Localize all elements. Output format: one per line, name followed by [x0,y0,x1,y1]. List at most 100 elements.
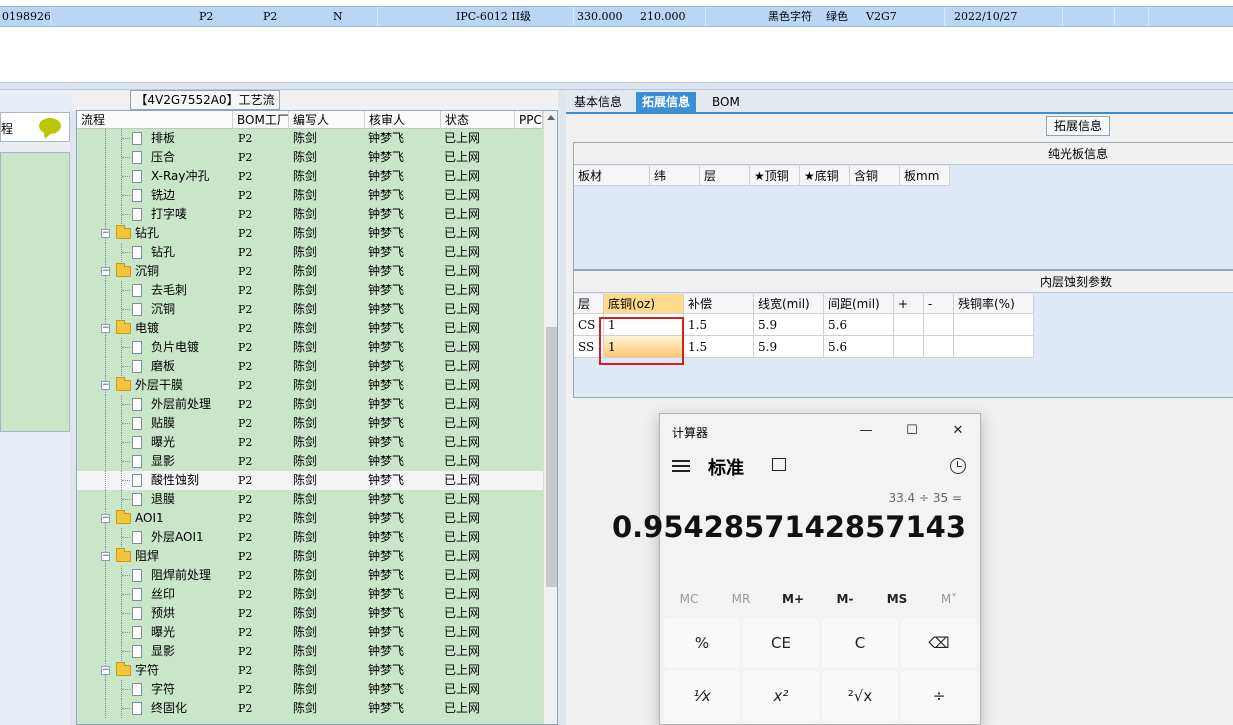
inner-cell-line-width[interactable]: 5.9 [754,336,824,358]
inner-cell-spacing[interactable]: 5.6 [824,336,894,358]
backspace-button[interactable]: ⌫ [901,618,977,668]
tree-leaf-row[interactable]: 丝印 P2 陈剑 钟梦飞 已上网 [77,585,543,604]
col-header-process[interactable]: 流程 [77,111,233,129]
clear-entry-button[interactable]: CE [743,618,819,668]
inner-cell-comp[interactable]: 1.5 [684,336,754,358]
inner-cell-residual[interactable] [954,314,1034,336]
tree-leaf-row[interactable]: 负片电镀 P2 陈剑 钟梦飞 已上网 [77,338,543,357]
tree-leaf-row[interactable]: 打字唛 P2 陈剑 钟梦飞 已上网 [77,205,543,224]
scroll-up-arrow-icon[interactable] [547,115,555,120]
memory-list-button[interactable]: M˅ [924,592,974,606]
collapse-toggle-icon[interactable]: − [101,514,110,523]
tree-cell-bom-factory: P2 [238,208,253,221]
inner-cell-minus[interactable] [924,336,954,358]
top-grid-selected-row[interactable]: 0198926 P2 P2 N IPC-6012 II级 330.000 210… [0,6,1233,27]
tree-folder-row[interactable]: − 钻孔 P2 陈剑 钟梦飞 已上网 [77,224,543,243]
tree-folder-row[interactable]: − 电镀 P2 陈剑 钟梦飞 已上网 [77,319,543,338]
tree-leaf-row[interactable]: 显影 P2 陈剑 钟梦飞 已上网 [77,452,543,471]
percent-button[interactable]: % [664,618,740,668]
divide-button[interactable]: ÷ [901,671,977,721]
tab-basic-info[interactable]: 基本信息 [568,92,628,114]
inner-cell-spacing[interactable]: 5.6 [824,314,894,336]
col-header-ppc[interactable]: PPC [515,111,543,129]
inner-cell-line-width[interactable]: 5.9 [754,314,824,336]
maximize-icon[interactable]: ☐ [902,422,922,440]
tree-folder-row[interactable]: − 阻焊 P2 陈剑 钟梦飞 已上网 [77,547,543,566]
memory-clear-button[interactable]: MC [664,592,714,606]
hamburger-menu-icon[interactable] [672,460,690,472]
memory-store-button[interactable]: MS [872,592,922,606]
history-icon[interactable] [950,458,966,474]
tree-cell-writer: 陈剑 [293,701,318,715]
tree-cell-status: 已上网 [444,587,481,601]
minimize-icon[interactable]: — [856,422,876,440]
tree-folder-row[interactable]: − 字符 P2 陈剑 钟梦飞 已上网 [77,661,543,680]
square-button[interactable]: x² [743,671,819,721]
col-header-status[interactable]: 状态 [441,111,515,129]
tree-leaf-row[interactable]: 终固化 P2 陈剑 钟梦飞 已上网 [77,699,543,718]
tree-leaf-row[interactable]: 钻孔 P2 陈剑 钟梦飞 已上网 [77,243,543,262]
tree-leaf-row[interactable]: 外层AOI1 P2 陈剑 钟梦飞 已上网 [77,528,543,547]
tree-leaf-row[interactable]: 曝光 P2 陈剑 钟梦飞 已上网 [77,433,543,452]
memory-subtract-button[interactable]: M- [820,592,870,606]
horizontal-splitter[interactable] [0,82,1233,90]
tree-leaf-row[interactable]: X-Ray冲孔 P2 陈剑 钟梦飞 已上网 [77,167,543,186]
col-header-reviewer[interactable]: 核审人 [365,111,441,129]
folder-icon [116,548,131,562]
tree-leaf-row[interactable]: 去毛刺 P2 陈剑 钟梦飞 已上网 [77,281,543,300]
tree-leaf-row[interactable]: 铣边 P2 陈剑 钟梦飞 已上网 [77,186,543,205]
tree-leaf-row[interactable]: 酸性蚀刻 P2 陈剑 钟梦飞 已上网 [77,471,543,490]
tree-node-label: 终固化 [151,701,188,715]
tree-leaf-row[interactable]: 排板 P2 陈剑 钟梦飞 已上网 [77,129,543,148]
inner-cell-comp[interactable]: 1.5 [684,314,754,336]
collapse-toggle-icon[interactable]: − [101,229,110,238]
tree-line [105,414,106,433]
tab-bom[interactable]: BOM [706,92,746,114]
tree-scrollbar[interactable] [543,111,557,724]
inner-cell-plus[interactable] [894,336,924,358]
tree-leaf-row[interactable]: 贴膜 P2 陈剑 钟梦飞 已上网 [77,414,543,433]
collapse-toggle-icon[interactable]: − [101,666,110,675]
collapse-toggle-icon[interactable]: − [101,267,110,276]
vertical-splitter-right[interactable] [558,90,566,725]
tree-leaf-row[interactable]: 外层前处理 P2 陈剑 钟梦飞 已上网 [77,395,543,414]
tree-leaf-row[interactable]: 阻焊前处理 P2 陈剑 钟梦飞 已上网 [77,566,543,585]
bare-board-title: 纯光板信息 [574,143,1233,165]
tree-leaf-row[interactable]: 显影 P2 陈剑 钟梦飞 已上网 [77,642,543,661]
tree-leaf-row[interactable]: 沉铜 P2 陈剑 钟梦飞 已上网 [77,300,543,319]
tree-cell-status: 已上网 [444,511,481,525]
scroll-thumb[interactable] [546,327,557,587]
chat-bubble-icon[interactable] [39,118,61,134]
collapse-toggle-icon[interactable]: − [101,381,110,390]
reciprocal-button[interactable]: ¹⁄x [664,671,740,721]
square-root-button[interactable]: ²√x [822,671,898,721]
memory-add-button[interactable]: M+ [768,592,818,606]
tree-leaf-row[interactable]: 字符 P2 陈剑 钟梦飞 已上网 [77,680,543,699]
tree-leaf-row[interactable]: 压合 P2 陈剑 钟梦飞 已上网 [77,148,543,167]
tree-folder-row[interactable]: − AOI1 P2 陈剑 钟梦飞 已上网 [77,509,543,528]
tree-leaf-row[interactable]: 曝光 P2 陈剑 钟梦飞 已上网 [77,623,543,642]
tree-line [122,423,130,424]
tree-folder-row[interactable]: − 外层干膜 P2 陈剑 钟梦飞 已上网 [77,376,543,395]
tree-cell-bom-factory: P2 [238,227,253,240]
collapse-toggle-icon[interactable]: − [101,324,110,333]
keep-on-top-icon[interactable] [772,458,786,471]
clear-button[interactable]: C [822,618,898,668]
tree-cell-status: 已上网 [444,283,481,297]
memory-recall-button[interactable]: MR [716,592,766,606]
tab-extended-info[interactable]: 拓展信息 [636,92,697,114]
tree-cell-bom-factory: P2 [238,132,253,145]
col-header-bom-factory[interactable]: BOM工厂 [233,111,289,129]
tree-cell-status: 已上网 [444,625,481,639]
tree-folder-row[interactable]: − 沉铜 P2 陈剑 钟梦飞 已上网 [77,262,543,281]
collapse-toggle-icon[interactable]: − [101,552,110,561]
tree-leaf-row[interactable]: 预烘 P2 陈剑 钟梦飞 已上网 [77,604,543,623]
inner-cell-minus[interactable] [924,314,954,336]
col-header-writer[interactable]: 编写人 [289,111,365,129]
tree-leaf-row[interactable]: 退膜 P2 陈剑 钟梦飞 已上网 [77,490,543,509]
inner-cell-residual[interactable] [954,336,1034,358]
tree-leaf-row[interactable]: 磨板 P2 陈剑 钟梦飞 已上网 [77,357,543,376]
inner-cell-plus[interactable] [894,314,924,336]
tree-line [105,395,106,414]
close-icon[interactable]: ✕ [948,422,968,440]
